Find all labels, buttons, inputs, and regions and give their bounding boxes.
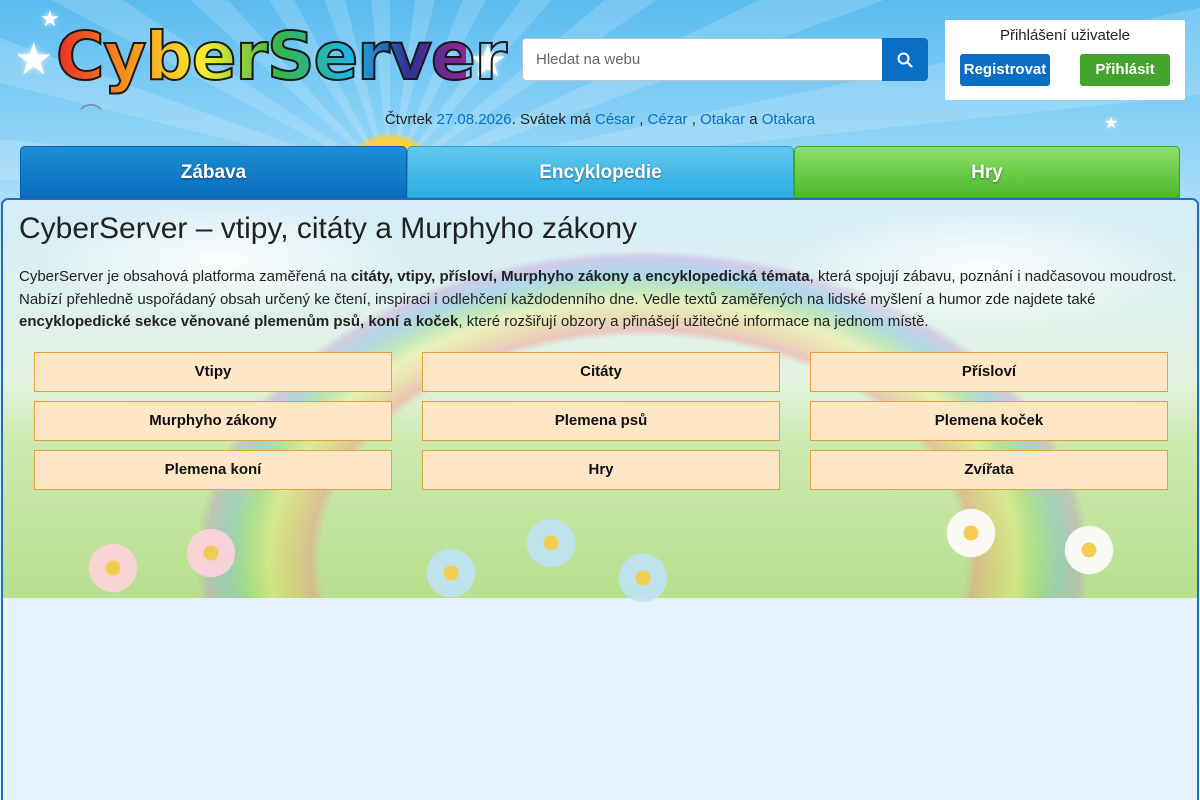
category-zvirata[interactable]: Zvířata	[810, 450, 1168, 490]
intro-text: , které rozšiřují obzory a přinášejí uži…	[458, 313, 929, 330]
day-name: Čtvrtek	[384, 111, 433, 128]
search-icon	[897, 52, 913, 68]
main-tabs: Zábava Encyklopedie Hry	[20, 146, 1180, 198]
flower-decoration	[423, 545, 479, 601]
login-title: Přihlášení uživatele	[999, 27, 1131, 44]
tab-hry[interactable]: Hry	[794, 146, 1180, 198]
tab-encyklopedie[interactable]: Encyklopedie	[407, 146, 794, 198]
search-button[interactable]	[882, 38, 928, 81]
flower-decoration	[85, 540, 141, 596]
flower-decoration	[615, 550, 671, 606]
flower-decoration	[1061, 522, 1117, 578]
name-link-otakara[interactable]: Otakara	[762, 111, 815, 128]
page-title: CyberServer – vtipy, citáty a Murphyho z…	[19, 212, 638, 245]
separator: ,	[639, 111, 644, 128]
register-button[interactable]: Registrovat	[960, 54, 1050, 86]
intro-bold: citáty, vtipy, přísloví, Murphyho zákony…	[350, 268, 810, 285]
separator: ,	[691, 111, 696, 128]
category-plemena-kocek[interactable]: Plemena koček	[810, 401, 1168, 441]
category-plemena-psu[interactable]: Plemena psů	[422, 401, 780, 441]
search-input[interactable]	[522, 38, 882, 81]
flower-decoration	[183, 525, 239, 581]
name-link-cezar[interactable]: Cézar	[648, 111, 688, 128]
login-box: Přihlášení uživatele Registrovat Přihlás…	[945, 20, 1185, 100]
separator: a	[749, 111, 758, 128]
tab-zabava[interactable]: Zábava	[20, 146, 407, 198]
date-link[interactable]: 27.08.2026	[437, 111, 512, 128]
category-murphyho-zakony[interactable]: Murphyho zákony	[34, 401, 392, 441]
login-button[interactable]: Přihlásit	[1080, 54, 1170, 86]
category-citaty[interactable]: Citáty	[422, 352, 780, 392]
intro-paragraph: CyberServer je obsahová platforma zaměře…	[19, 266, 1185, 334]
flower-decoration	[523, 515, 579, 571]
flower-decoration	[943, 505, 999, 561]
category-plemena-koni[interactable]: Plemena koní	[34, 450, 392, 490]
main-panel: CyberServer – vtipy, citáty a Murphyho z…	[1, 198, 1199, 800]
date-line: Čtvrtek 27.08.2026. Svátek má César , Cé…	[0, 111, 1200, 128]
category-vtipy[interactable]: Vtipy	[34, 352, 392, 392]
category-grid: Vtipy Citáty Přísloví Murphyho zákony Pl…	[34, 352, 1168, 490]
star-icon: ★	[14, 35, 54, 84]
site-logo[interactable]: CyberServer	[55, 14, 508, 100]
name-day-text: . Svátek má	[511, 111, 591, 128]
name-link-otakar[interactable]: Otakar	[700, 111, 745, 128]
content-area: CyberServer – vtipy, citáty a Murphyho z…	[19, 210, 1185, 334]
intro-bold: encyklopedické sekce věnované plemenům p…	[19, 313, 459, 330]
intro-text: CyberServer je obsahová platforma zaměře…	[19, 268, 351, 285]
category-hry[interactable]: Hry	[422, 450, 780, 490]
name-link-cesar[interactable]: César	[595, 111, 635, 128]
category-prislovi[interactable]: Přísloví	[810, 352, 1168, 392]
search-bar	[522, 38, 928, 81]
login-buttons: Registrovat Přihlásit	[945, 54, 1185, 86]
